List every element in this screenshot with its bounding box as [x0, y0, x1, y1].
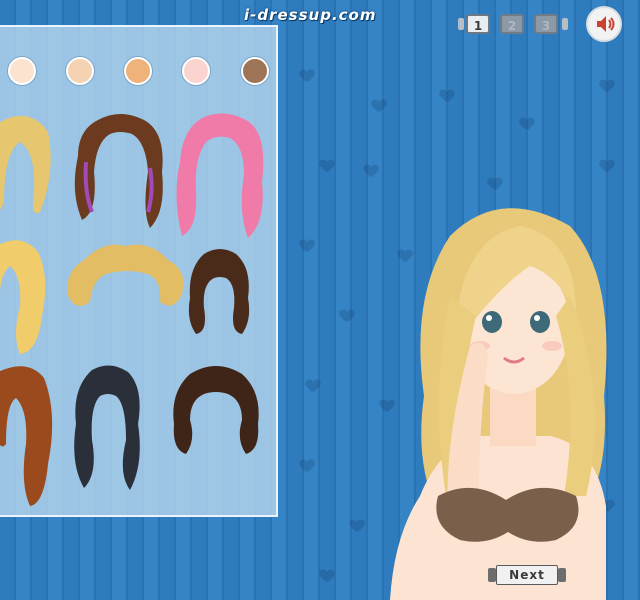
heart-decoration [488, 178, 502, 190]
skin-tone-swatch[interactable] [182, 57, 210, 85]
page-selector-cap [562, 18, 568, 30]
page-selector: 1 2 3 [458, 12, 570, 36]
heart-decoration [306, 380, 320, 392]
heart-decoration [320, 570, 334, 582]
hair-option[interactable] [70, 364, 146, 494]
dressup-model [390, 208, 607, 600]
heart-decoration [300, 460, 314, 472]
heart-decoration [340, 310, 354, 322]
skin-tone-swatch[interactable] [8, 57, 36, 85]
hair-option[interactable] [0, 236, 52, 356]
heart-decoration [300, 240, 314, 252]
hair-option[interactable] [186, 248, 254, 338]
hair-option[interactable] [0, 364, 60, 508]
page-selector-cap [458, 18, 464, 30]
heart-decoration [600, 160, 614, 172]
hair-option[interactable] [0, 112, 60, 222]
next-button[interactable]: Next [488, 565, 566, 585]
next-button-label: Next [496, 565, 558, 585]
hair-option[interactable] [172, 112, 272, 240]
site-logo: i-dressup.com [244, 6, 377, 24]
skin-tone-swatch[interactable] [241, 57, 269, 85]
sound-toggle-button[interactable] [586, 6, 622, 42]
heart-decoration [600, 80, 614, 92]
next-button-cap [488, 568, 496, 582]
heart-decoration [440, 90, 454, 102]
skin-tone-swatch[interactable] [66, 57, 94, 85]
hair-option[interactable] [168, 364, 264, 456]
game-stage: i-dressup.com 1 2 3 Next [0, 0, 640, 600]
heart-decoration [350, 520, 364, 532]
page-3-button[interactable]: 3 [534, 14, 558, 34]
page-2-button[interactable]: 2 [500, 14, 524, 34]
heart-decoration [364, 165, 378, 177]
heart-decoration [300, 70, 314, 82]
hair-option[interactable] [64, 240, 188, 314]
heart-decoration [372, 100, 386, 112]
page-1-button[interactable]: 1 [466, 14, 490, 34]
speaker-icon [597, 16, 615, 32]
next-button-cap [558, 568, 566, 582]
heart-decoration [520, 118, 534, 130]
heart-decoration [320, 160, 334, 172]
skin-tone-swatch[interactable] [124, 57, 152, 85]
hair-option[interactable] [70, 112, 170, 230]
